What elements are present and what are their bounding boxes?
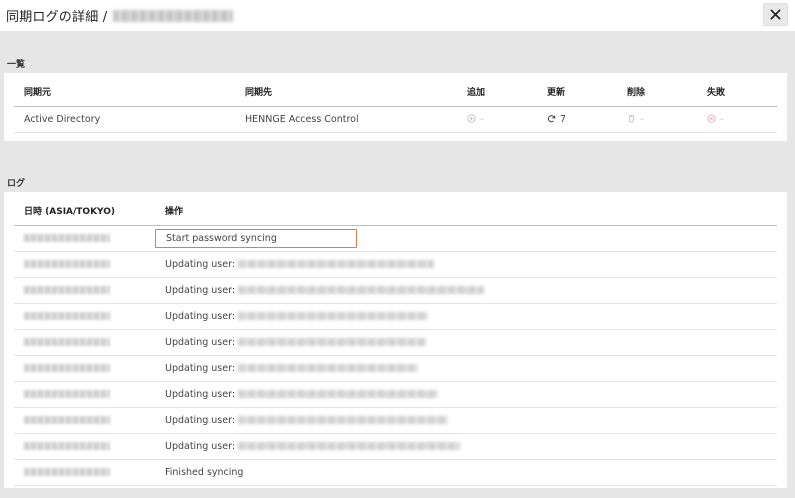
close-button[interactable] xyxy=(763,3,788,26)
redacted-user xyxy=(238,390,439,398)
log-row: Updating user: xyxy=(14,251,777,278)
log-operation: Updating user: xyxy=(155,355,777,382)
dialog-title: 同期ログの詳細 / xyxy=(6,6,234,25)
col-added: 追加 xyxy=(457,78,537,107)
updated-value: 7 xyxy=(560,113,567,125)
log-operation: Updating user: xyxy=(155,381,777,408)
log-operation: Start password syncing xyxy=(155,225,777,252)
redacted-timestamp xyxy=(24,442,110,450)
dialog-title-text: 同期ログの詳細 / xyxy=(6,10,108,25)
log-operation: Updating user: xyxy=(155,407,777,434)
redacted-timestamp xyxy=(24,260,110,268)
redacted-user xyxy=(238,286,485,294)
operation-text: Updating user: xyxy=(165,284,236,296)
log-timestamp xyxy=(14,225,155,252)
log-timestamp xyxy=(14,433,155,460)
deleted-cell: - xyxy=(617,106,697,133)
log-row: Updating user: xyxy=(14,329,777,356)
redacted-timestamp xyxy=(24,338,110,346)
added-cell: - xyxy=(457,106,537,133)
redacted-timestamp xyxy=(24,312,110,320)
plus-circle-icon xyxy=(467,113,476,123)
refresh-icon xyxy=(547,114,556,122)
log-operation: Updating user: xyxy=(155,303,777,330)
log-row: Updating user: xyxy=(14,277,777,304)
log-timestamp xyxy=(14,459,155,486)
log-row: Updating user: xyxy=(14,433,777,460)
operation-text: Updating user: xyxy=(165,388,236,400)
log-row: Updating user: xyxy=(14,303,777,330)
log-row: Updating user: xyxy=(14,355,777,382)
log-operation: Updating user: xyxy=(155,277,777,304)
redacted-timestamp xyxy=(113,10,234,22)
highlighted-operation: Start password syncing xyxy=(155,228,357,248)
updated-cell: 7 xyxy=(537,106,617,133)
log-card: 日時 (ASIA/TOKYO) 操作 Start password syncin… xyxy=(4,192,787,488)
operation-text: Finished syncing xyxy=(165,466,244,478)
log-section-label: ログ xyxy=(7,179,26,189)
redacted-user xyxy=(238,442,461,450)
redacted-timestamp xyxy=(24,234,110,242)
log-timestamp xyxy=(14,407,155,434)
redacted-user xyxy=(238,260,435,268)
log-row: Start password syncing xyxy=(14,225,777,252)
operation-text: Updating user: xyxy=(165,310,236,322)
redacted-user xyxy=(238,416,449,424)
summary-table: 同期元 同期先 追加 更新 削除 失敗 Active Directory HEN… xyxy=(14,78,777,133)
log-row: Updating user: xyxy=(14,407,777,434)
log-operation: Updating user: xyxy=(155,251,777,278)
operation-text: Updating user: xyxy=(165,258,236,270)
source-value: Active Directory xyxy=(14,106,235,133)
dialog-header: 同期ログの詳細 / xyxy=(0,0,795,31)
x-circle-icon xyxy=(707,113,716,123)
added-value: - xyxy=(480,113,484,125)
redacted-user xyxy=(238,338,427,346)
log-timestamp xyxy=(14,329,155,356)
col-datetime: 日時 (ASIA/TOKYO) xyxy=(14,197,155,226)
redacted-timestamp xyxy=(24,468,110,476)
log-operation: Finished syncing xyxy=(155,459,777,486)
failed-cell: - xyxy=(697,106,777,133)
summary-card: 同期元 同期先 追加 更新 削除 失敗 Active Directory HEN… xyxy=(4,73,787,141)
log-row: Finished syncing xyxy=(14,459,777,486)
log-table: 日時 (ASIA/TOKYO) 操作 Start password syncin… xyxy=(14,197,777,486)
redacted-user xyxy=(238,312,429,320)
log-operation: Updating user: xyxy=(155,433,777,460)
col-source: 同期元 xyxy=(14,78,235,107)
summary-row: Active Directory HENNGE Access Control -… xyxy=(14,106,777,133)
log-timestamp xyxy=(14,355,155,382)
operation-text: Updating user: xyxy=(165,336,236,348)
deleted-value: - xyxy=(640,113,644,125)
log-operation: Updating user: xyxy=(155,329,777,356)
failed-value: - xyxy=(720,113,724,125)
operation-text: Updating user: xyxy=(165,414,236,426)
redacted-timestamp xyxy=(24,364,110,372)
redacted-timestamp xyxy=(24,390,110,398)
close-icon xyxy=(770,9,781,20)
col-updated: 更新 xyxy=(537,78,617,107)
col-deleted: 削除 xyxy=(617,78,697,107)
col-destination: 同期先 xyxy=(235,78,457,107)
operation-text: Updating user: xyxy=(165,362,236,374)
trash-icon xyxy=(628,114,635,122)
redacted-user xyxy=(238,364,419,372)
log-timestamp xyxy=(14,277,155,304)
redacted-timestamp xyxy=(24,286,110,294)
log-timestamp xyxy=(14,303,155,330)
redacted-timestamp xyxy=(24,416,110,424)
col-operation: 操作 xyxy=(155,197,777,226)
destination-value: HENNGE Access Control xyxy=(235,106,457,133)
log-timestamp xyxy=(14,381,155,408)
log-timestamp xyxy=(14,251,155,278)
operation-text: Updating user: xyxy=(165,440,236,452)
col-failed: 失敗 xyxy=(697,78,777,107)
summary-section-label: 一覧 xyxy=(7,60,26,70)
log-row: Updating user: xyxy=(14,381,777,408)
